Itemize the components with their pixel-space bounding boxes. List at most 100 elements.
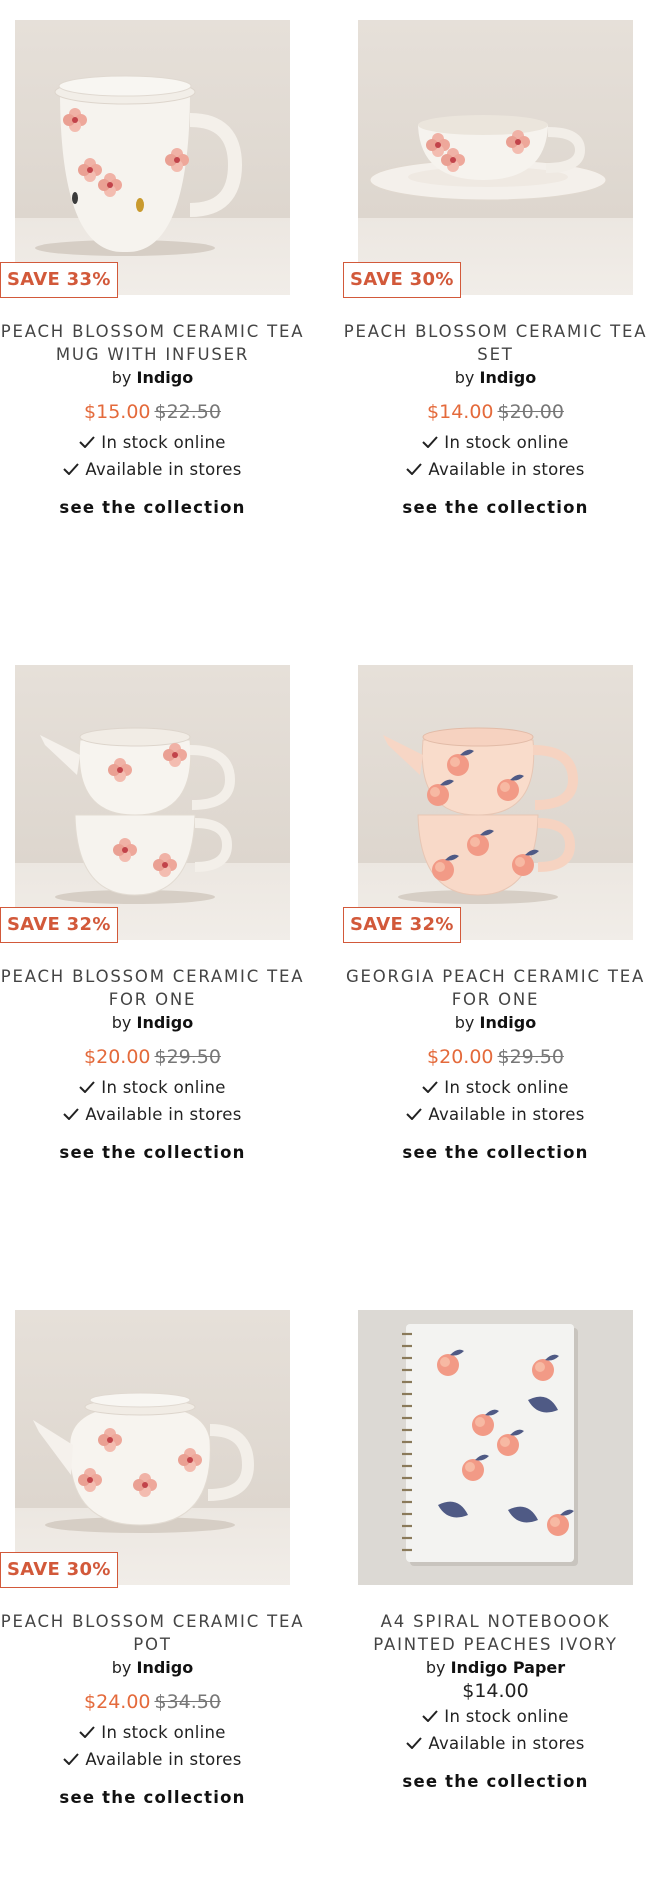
product-image-tea-set[interactable] xyxy=(358,20,633,295)
see-collection-link[interactable]: see the collection xyxy=(343,498,648,517)
discount-badge: SAVE 30% xyxy=(0,1552,118,1588)
product-price: $14.00 xyxy=(343,1678,648,1704)
product-image-tea-mug[interactable] xyxy=(15,20,290,295)
checkmark-icon xyxy=(79,1081,95,1093)
product-price: $15.00 $22.50 xyxy=(0,399,305,425)
stock-status: In stock online xyxy=(343,1077,648,1099)
brand-name: Indigo xyxy=(136,1658,194,1677)
product-title-line: FOR ONE xyxy=(451,990,540,1009)
product-image-tea-for-one[interactable] xyxy=(15,665,290,940)
stock-label: In stock online xyxy=(101,1078,226,1097)
checkmark-icon xyxy=(406,1737,422,1749)
product-price: $14.00 $20.00 xyxy=(343,399,648,425)
product-brand: by Indigo xyxy=(0,1012,305,1034)
store-availability: Available in stores xyxy=(343,1733,648,1755)
original-price: $22.50 xyxy=(154,401,221,423)
checkmark-icon xyxy=(422,436,438,448)
product-card: SAVE 30% PEACH BLOSSOM CERAMIC TEA SET by… xyxy=(343,20,648,600)
original-price: $29.50 xyxy=(154,1046,221,1068)
by-label: by xyxy=(111,1013,132,1032)
stock-label: In stock online xyxy=(101,1723,226,1742)
product-title-line: PAINTED PEACHES IVORY xyxy=(373,1635,618,1654)
product-brand: by Indigo Paper xyxy=(343,1657,648,1679)
brand-name: Indigo Paper xyxy=(450,1658,566,1677)
stock-label: In stock online xyxy=(444,1707,569,1726)
store-availability: Available in stores xyxy=(343,1104,648,1126)
checkmark-icon xyxy=(422,1081,438,1093)
stock-label: In stock online xyxy=(444,1078,569,1097)
product-title-line: POT xyxy=(133,1635,172,1654)
checkmark-icon xyxy=(79,436,95,448)
product-title-line: SET xyxy=(477,345,514,364)
checkmark-icon xyxy=(406,1108,422,1120)
product-title[interactable]: GEORGIA PEACH CERAMIC TEA FOR ONE xyxy=(343,965,648,1011)
product-image-teapot[interactable] xyxy=(15,1310,290,1585)
discount-badge: SAVE 32% xyxy=(343,907,461,943)
stores-label: Available in stores xyxy=(428,460,585,479)
product-title[interactable]: PEACH BLOSSOM CERAMIC TEA SET xyxy=(343,320,648,366)
stock-status: In stock online xyxy=(343,432,648,454)
store-availability: Available in stores xyxy=(0,1749,305,1771)
product-brand: by Indigo xyxy=(0,1657,305,1679)
product-title[interactable]: PEACH BLOSSOM CERAMIC TEA FOR ONE xyxy=(0,965,305,1011)
checkmark-icon xyxy=(422,1710,438,1722)
regular-price: $14.00 xyxy=(462,1680,529,1702)
store-availability: Available in stores xyxy=(0,1104,305,1126)
original-price: $29.50 xyxy=(497,1046,564,1068)
stores-label: Available in stores xyxy=(428,1734,585,1753)
product-title[interactable]: A4 SPIRAL NOTEBOOOK PAINTED PEACHES IVORY xyxy=(343,1610,648,1656)
original-price: $20.00 xyxy=(497,401,564,423)
by-label: by xyxy=(111,1658,132,1677)
checkmark-icon xyxy=(63,1753,79,1765)
product-title[interactable]: PEACH BLOSSOM CERAMIC TEA MUG WITH INFUSE… xyxy=(0,320,305,366)
stores-label: Available in stores xyxy=(85,460,242,479)
discount-badge: SAVE 32% xyxy=(0,907,118,943)
see-collection-link[interactable]: see the collection xyxy=(0,1788,305,1807)
product-image-notebook[interactable] xyxy=(358,1310,633,1585)
stores-label: Available in stores xyxy=(85,1105,242,1124)
product-title-line: PEACH BLOSSOM CERAMIC TEA xyxy=(0,322,305,341)
brand-name: Indigo xyxy=(136,1013,194,1032)
by-label: by xyxy=(111,368,132,387)
stores-label: Available in stores xyxy=(85,1750,242,1769)
sale-price: $24.00 xyxy=(84,1691,151,1713)
sale-price: $15.00 xyxy=(84,401,151,423)
brand-name: Indigo xyxy=(479,1013,537,1032)
stock-status: In stock online xyxy=(343,1706,648,1728)
sale-price: $14.00 xyxy=(427,401,494,423)
see-collection-link[interactable]: see the collection xyxy=(343,1772,648,1791)
by-label: by xyxy=(454,1013,475,1032)
product-card: SAVE 32% PEACH BLOSSOM CERAMIC TEA FOR ON… xyxy=(0,665,305,1245)
see-collection-link[interactable]: see the collection xyxy=(0,498,305,517)
stock-status: In stock online xyxy=(0,432,305,454)
checkmark-icon xyxy=(406,463,422,475)
brand-name: Indigo xyxy=(136,368,194,387)
product-title-line: A4 SPIRAL NOTEBOOOK xyxy=(380,1612,611,1631)
checkmark-icon xyxy=(79,1726,95,1738)
product-brand: by Indigo xyxy=(343,367,648,389)
product-title-line: FOR ONE xyxy=(108,990,197,1009)
see-collection-link[interactable]: see the collection xyxy=(343,1143,648,1162)
product-card: SAVE 33% PEACH BLOSSOM CERAMIC TEA MUG WI… xyxy=(0,20,305,600)
stock-status: In stock online xyxy=(0,1077,305,1099)
product-price: $20.00 $29.50 xyxy=(0,1044,305,1070)
sale-price: $20.00 xyxy=(427,1046,494,1068)
product-brand: by Indigo xyxy=(343,1012,648,1034)
product-card: SAVE 30% PEACH BLOSSOM CERAMIC TEA POT by… xyxy=(0,1310,305,1890)
product-card: SAVE 32% GEORGIA PEACH CERAMIC TEA FOR ON… xyxy=(343,665,648,1245)
product-title-line: GEORGIA PEACH CERAMIC TEA xyxy=(345,967,646,986)
stock-label: In stock online xyxy=(444,433,569,452)
product-card: A4 SPIRAL NOTEBOOOK PAINTED PEACHES IVORY… xyxy=(343,1310,648,1890)
product-image-georgia-peach[interactable] xyxy=(358,665,633,940)
brand-name: Indigo xyxy=(479,368,537,387)
product-title-line: MUG WITH INFUSER xyxy=(55,345,250,364)
product-title[interactable]: PEACH BLOSSOM CERAMIC TEA POT xyxy=(0,1610,305,1656)
product-title-line: PEACH BLOSSOM CERAMIC TEA xyxy=(0,967,305,986)
stock-status: In stock online xyxy=(0,1722,305,1744)
see-collection-link[interactable]: see the collection xyxy=(0,1143,305,1162)
checkmark-icon xyxy=(63,1108,79,1120)
product-brand: by Indigo xyxy=(0,367,305,389)
discount-badge: SAVE 30% xyxy=(343,262,461,298)
discount-badge: SAVE 33% xyxy=(0,262,118,298)
stores-label: Available in stores xyxy=(428,1105,585,1124)
